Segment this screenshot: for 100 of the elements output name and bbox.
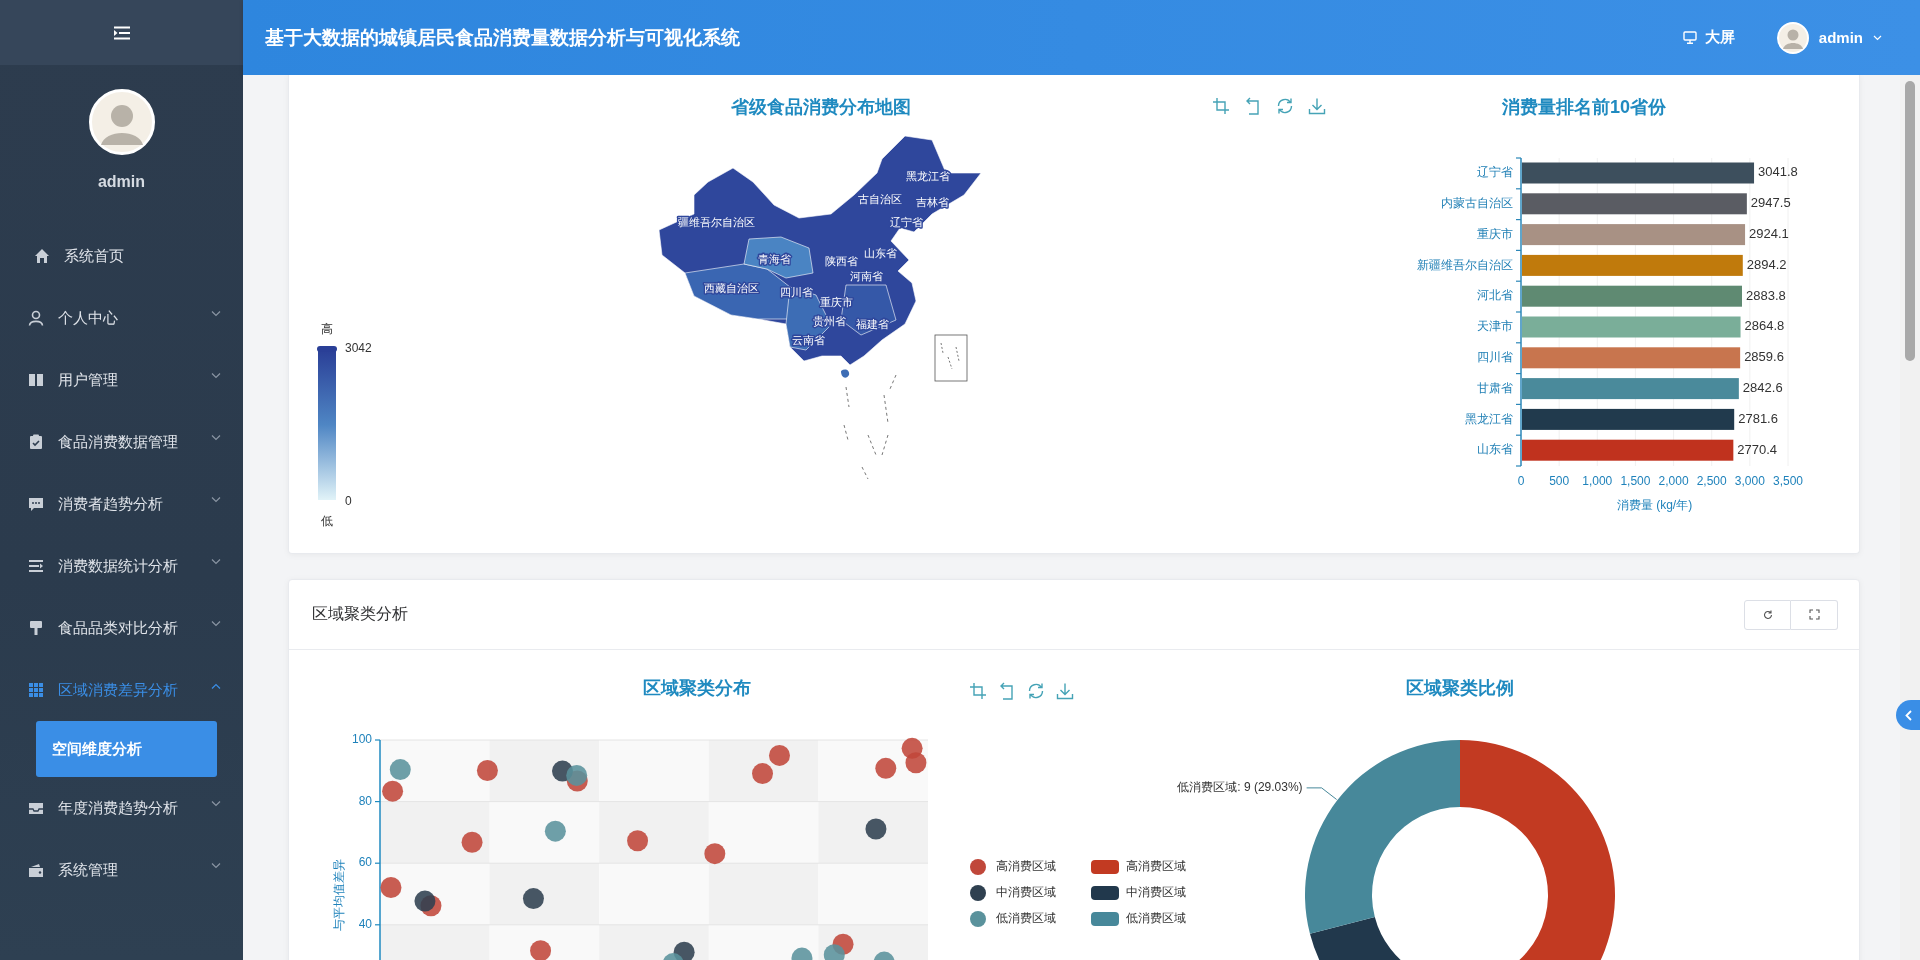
axis-label: 黑龙江省 xyxy=(1465,411,1513,426)
value-label: 2894.2 xyxy=(1746,256,1787,272)
chart-title: 省级食品消费分布地图 xyxy=(731,97,911,117)
tick-label: 0 xyxy=(1517,474,1525,488)
region-label: 云南省 xyxy=(792,333,825,346)
refresh-icon xyxy=(1762,609,1773,620)
region-label: 黑龙江省 xyxy=(906,169,950,182)
axis-label: 甘肃省 xyxy=(1477,380,1513,395)
zoom-reset-icon[interactable] xyxy=(1000,682,1013,700)
legend-label: 中消费区域 xyxy=(1126,885,1186,900)
axis-label: 新疆维吾尔自治区 xyxy=(1417,257,1513,272)
chevron-down-icon xyxy=(211,801,221,807)
avatar-icon xyxy=(88,89,155,155)
tick-label: 1,000 xyxy=(1582,474,1613,488)
chevron-down-icon xyxy=(211,311,221,317)
tick-label: 60 xyxy=(358,855,372,870)
leader-line xyxy=(1306,787,1338,800)
axis-label: 重庆市 xyxy=(1477,226,1513,241)
legend-label: 高消费区域 xyxy=(1126,859,1186,874)
axis-label: 辽宁省 xyxy=(1477,165,1513,180)
region-label: 山东省 xyxy=(864,246,897,259)
axis-title: 消费量 (kg/年) xyxy=(1616,498,1693,512)
axis-label: 山东省 xyxy=(1477,442,1513,457)
data-label: 低消费区域: 9 (29.03%) xyxy=(1177,780,1303,795)
tray-icon xyxy=(28,800,44,816)
chevron-down-icon xyxy=(211,559,221,565)
menu-item[interactable]: 用户管理 xyxy=(0,349,243,411)
legend-label: 中消费区域 xyxy=(996,885,1056,900)
chevron-down-icon xyxy=(211,621,221,627)
value-label: 2864.8 xyxy=(1744,318,1785,334)
collapse-button[interactable] xyxy=(1896,700,1920,730)
legend-label: 低消费区域 xyxy=(996,911,1056,926)
legend-label: 高消费区域 xyxy=(996,859,1056,874)
username: admin xyxy=(97,173,146,191)
legend-label: 低消费区域 xyxy=(1126,911,1186,926)
region-label: 四川省 xyxy=(780,285,813,298)
clipboard-check-icon xyxy=(28,434,44,450)
tick-label: 80 xyxy=(358,793,372,808)
zoom-area-icon[interactable] xyxy=(1212,97,1230,115)
region-label: 西藏自治区 xyxy=(704,281,759,294)
tick-label: 40 xyxy=(358,916,372,931)
menu-item[interactable]: 食品品类对比分析 xyxy=(0,597,243,659)
tick-label: 3,500 xyxy=(1773,474,1803,488)
menu-item[interactable]: 系统管理 xyxy=(0,839,243,901)
value-label: 2781.6 xyxy=(1738,410,1778,426)
chevron-down-icon xyxy=(211,373,221,379)
zoom-area-icon[interactable] xyxy=(969,682,987,700)
menu-item[interactable]: 消费者趋势分析 xyxy=(0,473,243,535)
menu-item[interactable]: 食品消费数据管理 xyxy=(0,411,243,473)
axis-label: 天津市 xyxy=(1477,319,1513,334)
region-label: 青海省 xyxy=(758,252,791,265)
chart-title: 区域聚类分布 xyxy=(643,678,751,698)
value-label: 2842.6 xyxy=(1742,380,1783,396)
chevron-down-icon xyxy=(1873,34,1882,41)
user-icon xyxy=(28,310,44,326)
menu-item[interactable]: 个人中心 xyxy=(0,287,243,349)
refresh-button[interactable] xyxy=(1744,599,1791,630)
chart-title: 消费量排名前10省份 xyxy=(1502,97,1666,117)
axis-label: 四川省 xyxy=(1477,349,1513,364)
fullscreen-button[interactable] xyxy=(1791,599,1838,630)
region-label: 陕西省 xyxy=(825,254,858,267)
wallet-icon xyxy=(28,862,44,878)
tick-label: 3,000 xyxy=(1734,474,1765,488)
axis-title: 与平均值差异 xyxy=(332,859,347,931)
chevron-left-icon xyxy=(1904,709,1912,721)
menu-item[interactable]: 年度消费趋势分析 xyxy=(0,777,243,839)
value-label: 2883.8 xyxy=(1746,287,1786,303)
zoom-reset-icon[interactable] xyxy=(1246,97,1259,115)
chevron-up-icon xyxy=(211,683,221,689)
fullscreen-icon xyxy=(1808,609,1820,620)
axis-label: 内蒙古自治区 xyxy=(1441,195,1513,210)
refresh-icon[interactable] xyxy=(1028,682,1044,700)
value-label: 3041.8 xyxy=(1758,164,1798,180)
chevron-down-icon xyxy=(211,497,221,503)
scale-value: 0 xyxy=(345,494,352,508)
menu-item[interactable]: 消费数据统计分析 xyxy=(0,535,243,597)
chevron-down-icon xyxy=(211,435,221,441)
book-icon xyxy=(28,372,44,388)
menu-icon[interactable] xyxy=(112,25,131,40)
value-label: 2924.1 xyxy=(1749,226,1789,242)
card-title: 区域聚类分析 xyxy=(312,604,408,624)
region-label: 河南省 xyxy=(850,269,883,282)
region-label: 辽宁省 xyxy=(890,215,923,228)
value-label: 2859.6 xyxy=(1744,349,1784,365)
list-icon xyxy=(28,558,44,574)
refresh-icon[interactable] xyxy=(1277,97,1293,115)
download-icon[interactable] xyxy=(1308,97,1326,115)
chat-icon xyxy=(28,496,44,512)
chevron-down-icon xyxy=(211,863,221,869)
region-label: 古自治区 xyxy=(858,192,902,205)
chart-title: 区域聚类比例 xyxy=(1406,678,1514,698)
tick-label: 500 xyxy=(1549,474,1570,488)
grid-icon xyxy=(28,682,44,698)
region-label: 贵州省 xyxy=(813,314,846,327)
menu-item[interactable]: 系统首页 xyxy=(0,225,243,287)
tick-label: 2,500 xyxy=(1696,474,1727,488)
download-icon[interactable] xyxy=(1056,682,1074,700)
scrollbar-thumb[interactable] xyxy=(1905,81,1915,361)
monitor-icon xyxy=(1682,31,1697,44)
tick-label: 2,000 xyxy=(1658,474,1689,488)
